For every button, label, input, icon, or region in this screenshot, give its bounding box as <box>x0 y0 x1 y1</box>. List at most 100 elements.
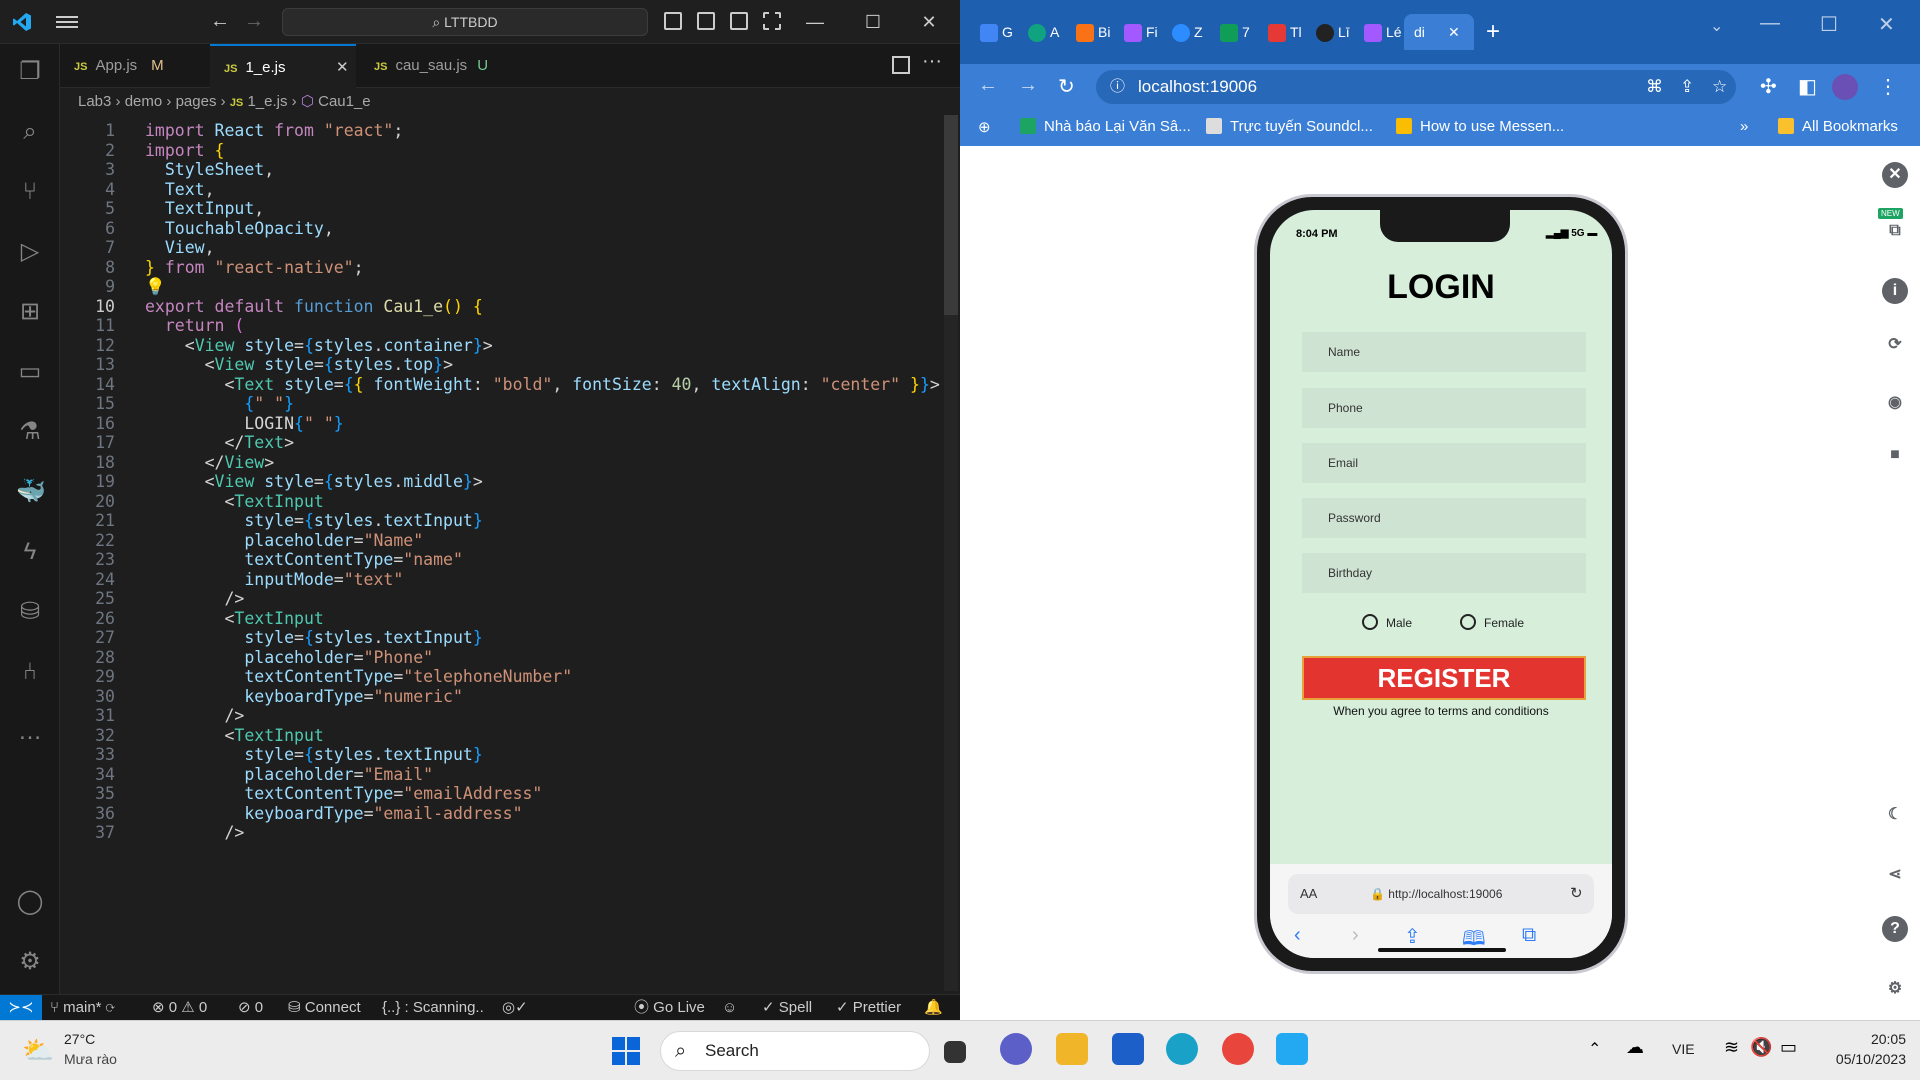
address-bar[interactable]: ⓘ localhost:19006 ⌘ ⇪ ☆ <box>1096 70 1736 104</box>
maximize-button[interactable]: ☐ <box>858 8 888 36</box>
chrome-menu-icon[interactable]: ⋮ <box>1878 74 1898 99</box>
edge-icon[interactable] <box>1166 1033 1198 1065</box>
vscode-taskbar-icon[interactable] <box>1276 1033 1308 1065</box>
close-button[interactable]: ✕ <box>914 8 944 36</box>
code-editor[interactable]: 1 import React from "react"; 2 import {3 St… <box>60 115 940 991</box>
onedrive-cloud-icon[interactable]: ☁ <box>1626 1037 1644 1058</box>
ports-indicator[interactable]: ⊘ 0 <box>238 995 263 1021</box>
devices-icon[interactable]: ⧉ <box>1882 218 1908 244</box>
apps-icon[interactable]: ⊕ <box>978 118 991 136</box>
browser-tab[interactable]: Lī <box>1310 14 1358 50</box>
bookmark-item[interactable]: Nhà báo Lại Văn Sâ... <box>1020 118 1191 135</box>
split-editor-icon[interactable] <box>892 56 910 74</box>
help-icon[interactable]: ? <box>1882 916 1908 942</box>
password-input[interactable]: Password <box>1302 498 1586 538</box>
thunder-client-icon[interactable]: ϟ <box>16 538 44 566</box>
info-icon[interactable]: i <box>1882 278 1908 304</box>
testing-icon[interactable]: ⚗ <box>16 418 44 446</box>
tab-1-e-js[interactable]: JS 1_e.js ✕ <box>210 44 356 88</box>
close-panel-icon[interactable]: ✕ <box>1882 162 1908 188</box>
forward-arrow-icon[interactable]: → <box>244 10 264 33</box>
browser-tab[interactable]: G <box>974 14 1022 50</box>
bookmark-item[interactable]: How to use Messen... <box>1396 118 1564 135</box>
copilot-icon[interactable]: ☺ <box>722 995 737 1021</box>
tab-search-icon[interactable]: ⌄ <box>1710 16 1723 36</box>
breadcrumb-item[interactable]: Cau1_e <box>318 93 371 110</box>
radio-female[interactable] <box>1460 614 1476 630</box>
browser-tab[interactable]: A <box>1022 14 1070 50</box>
breadcrumb-item[interactable]: pages <box>176 93 217 110</box>
new-tab-button[interactable]: + <box>1486 18 1500 46</box>
name-input[interactable]: Name <box>1302 332 1586 372</box>
menu-icon[interactable] <box>56 13 78 31</box>
breadcrumb-item[interactable]: demo <box>125 93 163 110</box>
tab-close-icon[interactable]: ✕ <box>336 46 349 90</box>
register-button[interactable]: REGISTER <box>1302 656 1586 700</box>
browser-tab[interactable]: Z <box>1166 14 1214 50</box>
safari-back-icon[interactable]: ‹ <box>1294 924 1301 947</box>
battery-icon[interactable]: ▭ <box>1780 1037 1797 1058</box>
safari-url-bar[interactable]: AA 🔒 http://localhost:19006 ↻ <box>1288 874 1594 914</box>
email-input[interactable]: Email <box>1302 443 1586 483</box>
input-language[interactable]: VIE <box>1672 1041 1695 1057</box>
more-actions-icon[interactable]: ··· <box>922 50 942 73</box>
safari-reload-icon[interactable]: ↻ <box>1570 874 1583 914</box>
weather-temp[interactable]: 27°C <box>64 1031 95 1047</box>
back-arrow-icon[interactable]: ← <box>210 10 230 33</box>
reload-icon[interactable]: ↻ <box>1058 74 1075 99</box>
back-arrow-icon[interactable]: ← <box>978 74 998 97</box>
code-line[interactable]: 37 /> <box>60 821 244 845</box>
microsoft-store-icon[interactable] <box>1112 1033 1144 1065</box>
database-icon[interactable]: ⛁ <box>16 598 44 626</box>
minimize-button[interactable]: — <box>800 8 830 36</box>
site-info-icon[interactable]: ⓘ <box>1110 70 1125 104</box>
docker-icon[interactable]: 🐳 <box>16 478 46 506</box>
problems-indicator[interactable]: ⊗ 0 ⚠ 0 <box>152 995 207 1021</box>
side-panel-icon[interactable]: ◧ <box>1798 74 1817 99</box>
browser-tab[interactable]: Bi <box>1070 14 1118 50</box>
share-icon[interactable]: ⇪ <box>1680 70 1694 104</box>
share-icon[interactable]: ⋖ <box>1882 862 1908 888</box>
search-icon[interactable]: ⌕ <box>16 118 44 146</box>
safari-bookmarks-icon[interactable]: 🕮 <box>1462 924 1486 958</box>
safari-tabs-icon[interactable]: ⧉ <box>1522 924 1536 947</box>
radio-male[interactable] <box>1362 614 1378 630</box>
windows-start-icon[interactable] <box>612 1037 640 1065</box>
bookmark-star-icon[interactable]: ☆ <box>1712 70 1727 104</box>
toggle-secondary-sidebar-icon[interactable] <box>730 12 748 30</box>
toggle-panel-icon[interactable] <box>697 12 715 30</box>
source-control-icon[interactable]: ⑂ <box>16 178 44 206</box>
safari-share-icon[interactable]: ⇪ <box>1404 924 1421 949</box>
accounts-icon[interactable]: ◯ <box>16 888 44 916</box>
profile-avatar[interactable] <box>1832 74 1858 100</box>
command-center-search[interactable]: ⌕ LTTBDD <box>282 8 648 36</box>
phone-input[interactable]: Phone <box>1302 388 1586 428</box>
toggle-sidebar-icon[interactable] <box>664 12 682 30</box>
editor-scrollbar[interactable] <box>944 115 958 991</box>
git-branch[interactable]: ⑂ main* ⟳ <box>50 995 115 1021</box>
clock-time[interactable]: 20:05 <box>1822 1031 1906 1047</box>
screenshot-camera-icon[interactable]: ◉ <box>1882 390 1908 416</box>
wifi-icon[interactable]: ≋ <box>1724 1037 1739 1058</box>
safari-forward-icon[interactable]: › <box>1352 924 1359 947</box>
spell-button[interactable]: ✓ Spell <box>762 995 812 1021</box>
browser-tab[interactable]: Tl <box>1262 14 1310 50</box>
tab-app-js[interactable]: JS App.js M <box>60 44 206 88</box>
browser-tab[interactable]: Lé <box>1358 14 1406 50</box>
pull-requests-icon[interactable]: ⑃ <box>16 658 44 686</box>
rotate-icon[interactable]: ⟳ <box>1882 332 1908 358</box>
minimize-button[interactable]: — <box>1760 12 1780 35</box>
tab-close-icon[interactable]: ✕ <box>1448 24 1460 41</box>
taskbar-search[interactable]: ⌕ Search <box>660 1031 930 1071</box>
all-bookmarks-folder[interactable]: All Bookmarks <box>1778 118 1898 135</box>
weather-icon[interactable]: ⛅ <box>22 1035 54 1066</box>
go-live-button[interactable]: ⦿ Go Live <box>634 995 705 1021</box>
teams-chat-icon[interactable] <box>1000 1033 1032 1065</box>
settings-gear-icon[interactable]: ⚙ <box>16 948 44 976</box>
extensions-icon[interactable]: ✣ <box>1760 74 1777 99</box>
settings-gear-icon[interactable]: ⚙ <box>1882 976 1908 1002</box>
more-bookmarks-icon[interactable]: » <box>1740 118 1748 135</box>
volume-muted-icon[interactable]: 🔇 <box>1750 1037 1772 1058</box>
remote-explorer-icon[interactable]: ▭ <box>16 358 44 386</box>
run-debug-icon[interactable]: ▷ <box>16 238 44 266</box>
